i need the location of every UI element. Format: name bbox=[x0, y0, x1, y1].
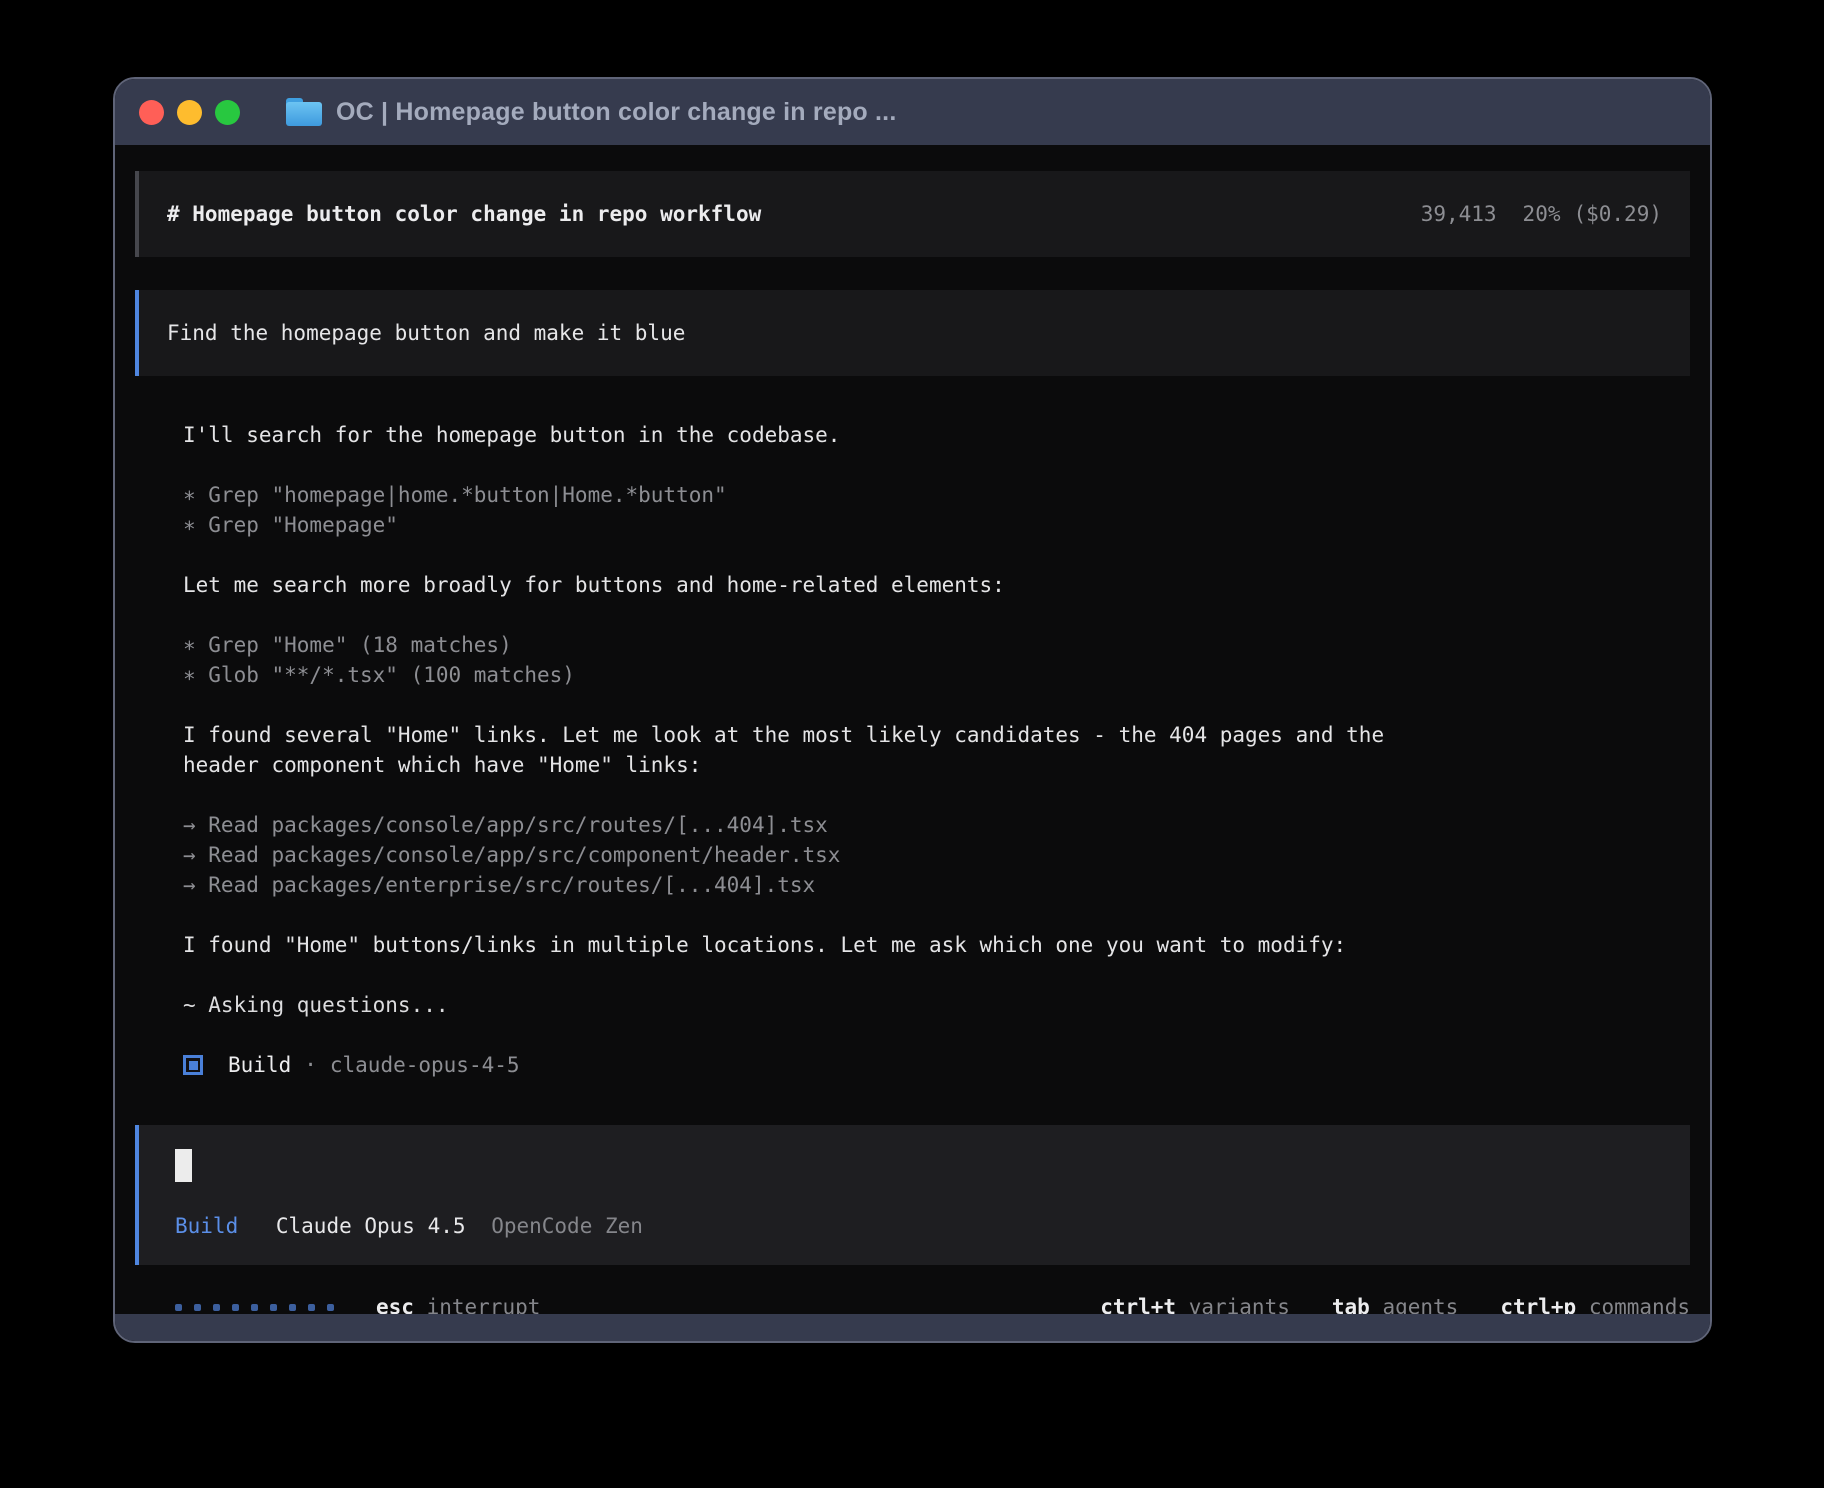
hint-key: ctrl+t bbox=[1100, 1295, 1176, 1314]
minimize-button[interactable] bbox=[177, 100, 202, 125]
text-cursor bbox=[175, 1149, 192, 1182]
zoom-button[interactable] bbox=[215, 100, 240, 125]
terminal-content: # Homepage button color change in repo w… bbox=[115, 145, 1710, 1314]
tool-call-group: → Read packages/console/app/src/routes/[… bbox=[183, 810, 1690, 900]
tool-call-group: ∗ Grep "Home" (18 matches) ∗ Glob "**/*.… bbox=[183, 630, 1690, 690]
tool-call-line: ∗ Grep "Homepage" bbox=[183, 510, 1690, 540]
hint-label: agents bbox=[1382, 1295, 1458, 1314]
agent-badge-icon bbox=[183, 1055, 203, 1075]
hint-agents: tab agents bbox=[1332, 1292, 1458, 1314]
tool-call-line: → Read packages/enterprise/src/routes/[.… bbox=[183, 870, 1690, 900]
hint-commands: ctrl+p commands bbox=[1500, 1292, 1690, 1314]
hint-label: interrupt bbox=[427, 1295, 541, 1314]
mode-label: Build bbox=[175, 1214, 238, 1238]
tool-call-line: ∗ Grep "homepage|home.*button|Home.*butt… bbox=[183, 480, 1690, 510]
hint-interrupt: esc interrupt bbox=[376, 1292, 540, 1314]
session-header: # Homepage button color change in repo w… bbox=[135, 171, 1690, 257]
tool-call-line: ∗ Grep "Home" (18 matches) bbox=[183, 630, 1690, 660]
assistant-text: I found "Home" buttons/links in multiple… bbox=[183, 930, 1443, 960]
conversation-thread: I'll search for the homepage button in t… bbox=[183, 420, 1690, 1080]
prompt-input[interactable]: Build Claude Opus 4.5 OpenCode Zen bbox=[135, 1125, 1690, 1265]
tool-call-line: ∗ Glob "**/*.tsx" (100 matches) bbox=[183, 660, 1690, 690]
tool-call-line: → Read packages/console/app/src/routes/[… bbox=[183, 810, 1690, 840]
status-line: ~ Asking questions... bbox=[183, 990, 1690, 1020]
assistant-text: Let me search more broadly for buttons a… bbox=[183, 570, 1443, 600]
context-percent: 20% bbox=[1523, 199, 1561, 229]
statusbar: esc interrupt ctrl+t variants tab agents… bbox=[135, 1292, 1690, 1314]
session-stats: 39,413 20% ($0.29) bbox=[1421, 199, 1662, 229]
assistant-text: I'll search for the homepage button in t… bbox=[183, 420, 1443, 450]
session-title: # Homepage button color change in repo w… bbox=[167, 199, 761, 229]
user-message-text: Find the homepage button and make it blu… bbox=[167, 321, 685, 345]
agent-row: Build · claude-opus-4-5 bbox=[183, 1050, 1690, 1080]
window-bottom-strip bbox=[115, 1314, 1710, 1341]
token-count: 39,413 bbox=[1421, 199, 1497, 229]
hint-variants: ctrl+t variants bbox=[1100, 1292, 1290, 1314]
session-cost: ($0.29) bbox=[1573, 199, 1662, 229]
assistant-text: I found several "Home" links. Let me loo… bbox=[183, 720, 1443, 780]
titlebar: OC | Homepage button color change in rep… bbox=[115, 79, 1710, 145]
user-message: Find the homepage button and make it blu… bbox=[135, 290, 1690, 376]
terminal-window: OC | Homepage button color change in rep… bbox=[113, 77, 1712, 1343]
model-row: Build Claude Opus 4.5 OpenCode Zen bbox=[175, 1211, 1662, 1241]
tool-call-group: ∗ Grep "homepage|home.*button|Home.*butt… bbox=[183, 480, 1690, 540]
busy-spinner-dots bbox=[175, 1304, 334, 1311]
close-button[interactable] bbox=[139, 100, 164, 125]
window-title: OC | Homepage button color change in rep… bbox=[336, 98, 896, 127]
hint-key: tab bbox=[1332, 1295, 1370, 1314]
model-label: Claude Opus 4.5 bbox=[276, 1214, 466, 1238]
hint-label: commands bbox=[1589, 1295, 1690, 1314]
hint-key: esc bbox=[376, 1295, 414, 1314]
folder-icon bbox=[286, 98, 322, 126]
agent-separator: · bbox=[304, 1050, 317, 1080]
agent-model: claude-opus-4-5 bbox=[330, 1050, 520, 1080]
agent-name: Build bbox=[228, 1050, 291, 1080]
provider-label: OpenCode Zen bbox=[491, 1214, 643, 1238]
traffic-lights bbox=[139, 100, 240, 125]
tool-call-line: → Read packages/console/app/src/componen… bbox=[183, 840, 1690, 870]
hint-key: ctrl+p bbox=[1500, 1295, 1576, 1314]
hint-label: variants bbox=[1189, 1295, 1290, 1314]
